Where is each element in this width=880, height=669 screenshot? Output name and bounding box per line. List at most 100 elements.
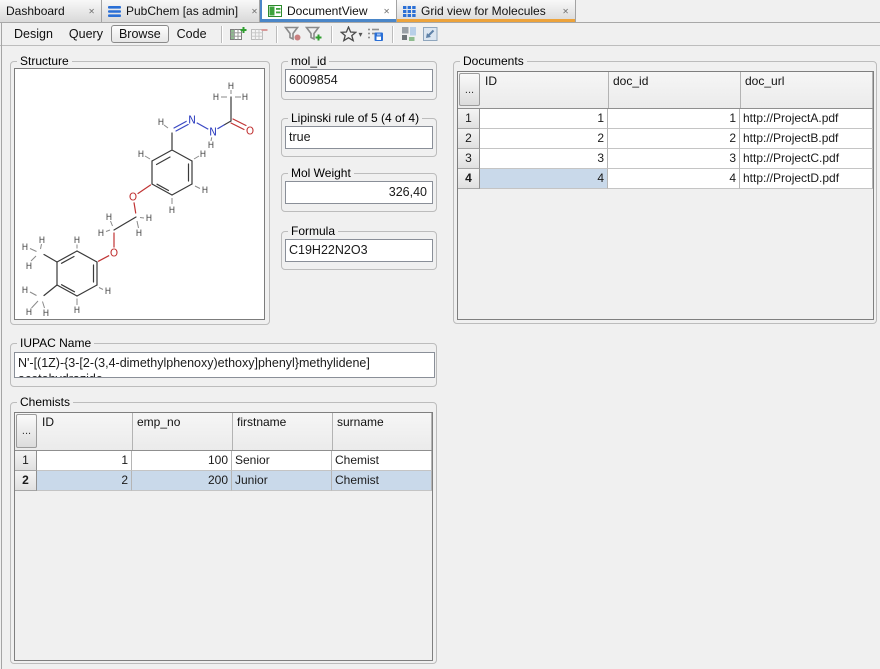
chemists-column-header-surname[interactable]: surname bbox=[333, 413, 432, 450]
cell-id[interactable]: 2 bbox=[480, 129, 608, 149]
panel-left-border bbox=[1, 23, 2, 669]
row-number[interactable]: 1 bbox=[458, 109, 480, 129]
iupac-line1: N'-[(1Z)-{3-[2-(3,4-dimethylphenoxy)etho… bbox=[18, 355, 431, 371]
add-record-icon[interactable] bbox=[228, 24, 249, 44]
documents-column-header-doc-url[interactable]: doc_url bbox=[741, 72, 873, 108]
cell-doc-url[interactable]: http://ProjectB.pdf bbox=[740, 129, 873, 149]
chemists-column-header-id[interactable]: ID bbox=[38, 413, 133, 450]
row-number[interactable]: 1 bbox=[15, 451, 37, 471]
filter-remove-icon[interactable] bbox=[283, 24, 304, 44]
row-number[interactable]: 3 bbox=[458, 149, 480, 169]
svg-text:H: H bbox=[39, 236, 45, 246]
tab-documentview[interactable]: DocumentView ✕ bbox=[260, 0, 397, 22]
tab-pubchem[interactable]: PubChem [as admin] ✕ bbox=[102, 0, 260, 22]
favorites-dropdown-icon[interactable]: ▾ bbox=[359, 30, 363, 39]
svg-text:N: N bbox=[209, 127, 217, 139]
iupac-line2: acetohydrazide bbox=[18, 371, 431, 378]
table-row-selected: 4 4 4 http://ProjectD.pdf bbox=[458, 169, 873, 189]
svg-text:H: H bbox=[74, 236, 80, 246]
svg-text:H: H bbox=[98, 229, 104, 239]
cell-surname[interactable]: Chemist bbox=[332, 451, 432, 471]
tab-label: Grid view for Molecules bbox=[421, 4, 546, 18]
iupac-label: IUPAC Name bbox=[17, 336, 94, 351]
tab-label: PubChem [as admin] bbox=[126, 4, 238, 18]
lipinski-field[interactable]: true bbox=[285, 126, 433, 149]
favorites-icon[interactable] bbox=[338, 24, 359, 44]
cell-id-selected[interactable]: 2 bbox=[37, 471, 132, 491]
cell-emp-no[interactable]: 100 bbox=[132, 451, 232, 471]
svg-text:H: H bbox=[202, 186, 208, 196]
mol-id-field[interactable]: 6009854 bbox=[285, 69, 433, 92]
cell-id[interactable]: 1 bbox=[37, 451, 132, 471]
row-number[interactable]: 4 bbox=[458, 169, 480, 189]
mode-design-button[interactable]: Design bbox=[6, 25, 61, 43]
delete-record-icon[interactable] bbox=[249, 24, 270, 44]
save-columns-icon[interactable] bbox=[365, 24, 386, 44]
chemists-group-label: Chemists bbox=[17, 395, 73, 410]
iupac-field[interactable]: N'-[(1Z)-{3-[2-(3,4-dimethylphenoxy)etho… bbox=[14, 352, 435, 378]
mode-browse-button[interactable]: Browse bbox=[111, 25, 169, 43]
filter-add-icon[interactable] bbox=[304, 24, 325, 44]
formula-field[interactable]: C19H22N2O3 bbox=[285, 239, 433, 262]
svg-text:H: H bbox=[146, 214, 152, 224]
svg-text:H: H bbox=[105, 287, 111, 297]
table-row: 2 2 2 http://ProjectB.pdf bbox=[458, 129, 873, 149]
cell-doc-url[interactable]: http://ProjectD.pdf bbox=[740, 169, 873, 189]
toolbar-separator bbox=[276, 26, 277, 43]
chemists-table: ... ID emp_no firstname surname 1 1 100 … bbox=[14, 412, 433, 661]
mode-query-button[interactable]: Query bbox=[61, 25, 111, 43]
cell-doc-id[interactable]: 1 bbox=[608, 109, 740, 129]
cell-emp-no-selected[interactable]: 200 bbox=[132, 471, 232, 491]
cell-surname-selected[interactable]: Chemist bbox=[332, 471, 432, 491]
documents-table: ... ID doc_id doc_url 1 1 1 http://Proje… bbox=[457, 71, 874, 320]
layout-icon[interactable] bbox=[399, 24, 420, 44]
documents-header-row: ... ID doc_id doc_url bbox=[458, 72, 873, 109]
cell-id[interactable]: 3 bbox=[480, 149, 608, 169]
svg-text:H: H bbox=[169, 206, 175, 216]
chemists-column-header-firstname[interactable]: firstname bbox=[233, 413, 333, 450]
svg-text:H: H bbox=[138, 150, 144, 160]
close-icon[interactable]: ✕ bbox=[375, 7, 390, 16]
documents-column-header-doc-id[interactable]: doc_id bbox=[609, 72, 741, 108]
menu-icon bbox=[108, 6, 121, 17]
tab-dashboard[interactable]: Dashboard ✕ bbox=[0, 0, 102, 22]
cell-doc-id[interactable]: 3 bbox=[608, 149, 740, 169]
chemists-column-header-emp-no[interactable]: emp_no bbox=[133, 413, 233, 450]
table-row-selected: 2 2 200 Junior Chemist bbox=[15, 471, 432, 491]
svg-text:H: H bbox=[242, 93, 248, 103]
cell-doc-url[interactable]: http://ProjectC.pdf bbox=[740, 149, 873, 169]
form-icon bbox=[268, 5, 282, 17]
cell-id[interactable]: 1 bbox=[480, 109, 608, 129]
cell-doc-id[interactable]: 4 bbox=[608, 169, 740, 189]
close-icon[interactable]: ✕ bbox=[554, 7, 569, 16]
mol-weight-field[interactable]: 326,40 bbox=[285, 181, 433, 204]
structure-drawing: OOO NN HHH HH HHHH HHHH HHH HHH HHH bbox=[15, 69, 264, 319]
close-icon[interactable]: ✕ bbox=[80, 7, 95, 16]
svg-text:H: H bbox=[228, 82, 234, 92]
cell-id-selected[interactable]: 4 bbox=[480, 169, 608, 189]
documents-group-label: Documents bbox=[460, 54, 527, 69]
cell-firstname-selected[interactable]: Junior bbox=[232, 471, 332, 491]
svg-text:N: N bbox=[188, 115, 196, 127]
lipinski-label: Lipinski rule of 5 (4 of 4) bbox=[288, 111, 422, 126]
row-number[interactable]: 2 bbox=[458, 129, 480, 149]
row-number[interactable]: 2 bbox=[15, 471, 37, 491]
toolbar-separator bbox=[331, 26, 332, 43]
structure-group-label: Structure bbox=[17, 54, 72, 69]
documents-column-header-id[interactable]: ID bbox=[481, 72, 609, 108]
tab-grid-view[interactable]: Grid view for Molecules ✕ bbox=[397, 0, 576, 22]
svg-text:O: O bbox=[129, 192, 137, 204]
cell-doc-id[interactable]: 2 bbox=[608, 129, 740, 149]
tab-bar: Dashboard ✕ PubChem [as admin] ✕ Documen… bbox=[0, 0, 880, 23]
formula-label: Formula bbox=[288, 224, 338, 239]
maximize-icon[interactable] bbox=[420, 24, 441, 44]
mode-code-button[interactable]: Code bbox=[169, 25, 215, 43]
close-icon[interactable]: ✕ bbox=[243, 7, 258, 16]
svg-text:H: H bbox=[22, 286, 28, 296]
svg-text:H: H bbox=[136, 229, 142, 239]
chemists-corner-button[interactable]: ... bbox=[16, 414, 37, 448]
cell-firstname[interactable]: Senior bbox=[232, 451, 332, 471]
documents-corner-button[interactable]: ... bbox=[459, 73, 480, 106]
svg-text:H: H bbox=[22, 243, 28, 253]
cell-doc-url[interactable]: http://ProjectA.pdf bbox=[740, 109, 873, 129]
